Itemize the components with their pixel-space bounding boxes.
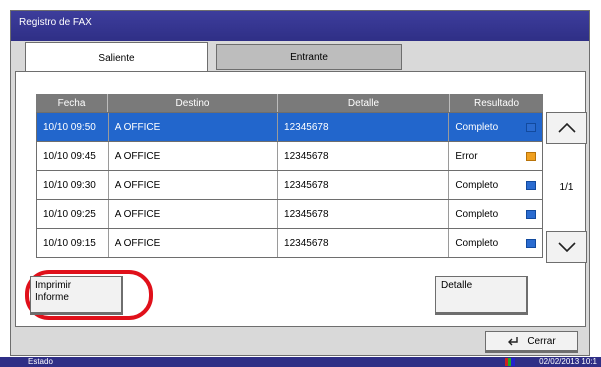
toner-icon (505, 358, 515, 366)
result-label: Completo (455, 121, 499, 133)
column-header-destino: Destino (108, 94, 278, 112)
table-row[interactable]: 10/10 09:45 A OFFICE 12345678 Error (36, 141, 543, 171)
ok-icon (525, 209, 536, 219)
status-bar: Estado 02/02/2013 10:1 (0, 357, 601, 367)
cell-destino: A OFFICE (109, 113, 279, 141)
error-icon (525, 151, 536, 161)
cell-detalle: 12345678 (278, 113, 450, 141)
cell-fecha: 10/10 09:25 (37, 200, 109, 228)
table-row[interactable]: 10/10 09:50 A OFFICE 12345678 Completo (36, 112, 543, 142)
print-report-label-line2: Informe (35, 292, 69, 303)
column-header-detalle: Detalle (278, 94, 450, 112)
return-arrow-icon (508, 337, 519, 346)
cell-resultado: Completo (449, 229, 542, 257)
fax-log-list: 10/10 09:50 A OFFICE 12345678 Completo 1… (36, 112, 543, 258)
column-header-resultado: Resultado (473, 97, 520, 109)
scroll-down-button[interactable] (546, 231, 587, 263)
cell-destino: A OFFICE (109, 229, 279, 257)
status-datetime: 02/02/2013 10:1 (539, 357, 597, 366)
cell-fecha: 10/10 09:45 (37, 142, 109, 170)
table-row[interactable]: 10/10 09:30 A OFFICE 12345678 Completo (36, 170, 543, 200)
list-scroller: 1/1 (546, 112, 587, 263)
tab-saliente[interactable]: Saliente (25, 42, 208, 73)
fax-log-window: Registro de FAX Saliente Entrante Fecha … (10, 10, 590, 356)
cell-resultado: Completo (449, 171, 542, 199)
result-label: Completo (455, 208, 499, 220)
tab-entrante[interactable]: Entrante (216, 44, 402, 70)
page-indicator: 1/1 (559, 182, 574, 193)
print-report-label-line1: Imprimir (35, 280, 72, 291)
cell-fecha: 10/10 09:30 (37, 171, 109, 199)
table-header: Fecha Destino Detalle Resultado (36, 94, 543, 112)
cell-detalle: 12345678 (278, 229, 450, 257)
cell-resultado: Completo (449, 113, 542, 141)
ok-icon (525, 180, 536, 190)
print-report-button[interactable]: Imprimir Informe (30, 276, 123, 315)
window-title: Registro de FAX (11, 11, 589, 41)
cell-resultado: Error (449, 142, 542, 170)
table-row[interactable]: 10/10 09:25 A OFFICE 12345678 Completo (36, 199, 543, 229)
chevron-up-icon (557, 123, 576, 133)
cell-destino: A OFFICE (109, 171, 279, 199)
status-label[interactable]: Estado (28, 357, 53, 366)
cell-destino: A OFFICE (109, 200, 279, 228)
cell-fecha: 10/10 09:15 (37, 229, 109, 257)
cell-destino: A OFFICE (109, 142, 279, 170)
cell-resultado: Completo (449, 200, 542, 228)
scroll-up-button[interactable] (546, 112, 587, 144)
ok-icon (525, 122, 536, 132)
chevron-down-icon (557, 242, 576, 252)
result-label: Completo (455, 179, 499, 191)
cell-detalle: 12345678 (278, 142, 450, 170)
result-label: Completo (455, 237, 499, 249)
tab-content-panel: Fecha Destino Detalle Resultado 10/10 09… (15, 71, 587, 327)
close-button-label: Cerrar (527, 335, 556, 347)
detail-button[interactable]: Detalle (435, 276, 528, 315)
cell-fecha: 10/10 09:50 (37, 113, 109, 141)
cell-detalle: 12345678 (278, 171, 450, 199)
ok-icon (525, 238, 536, 248)
result-label: Error (455, 150, 478, 162)
close-button[interactable]: Cerrar (485, 331, 578, 353)
column-header-fecha: Fecha (36, 94, 108, 112)
cell-detalle: 12345678 (278, 200, 450, 228)
table-row[interactable]: 10/10 09:15 A OFFICE 12345678 Completo (36, 228, 543, 258)
